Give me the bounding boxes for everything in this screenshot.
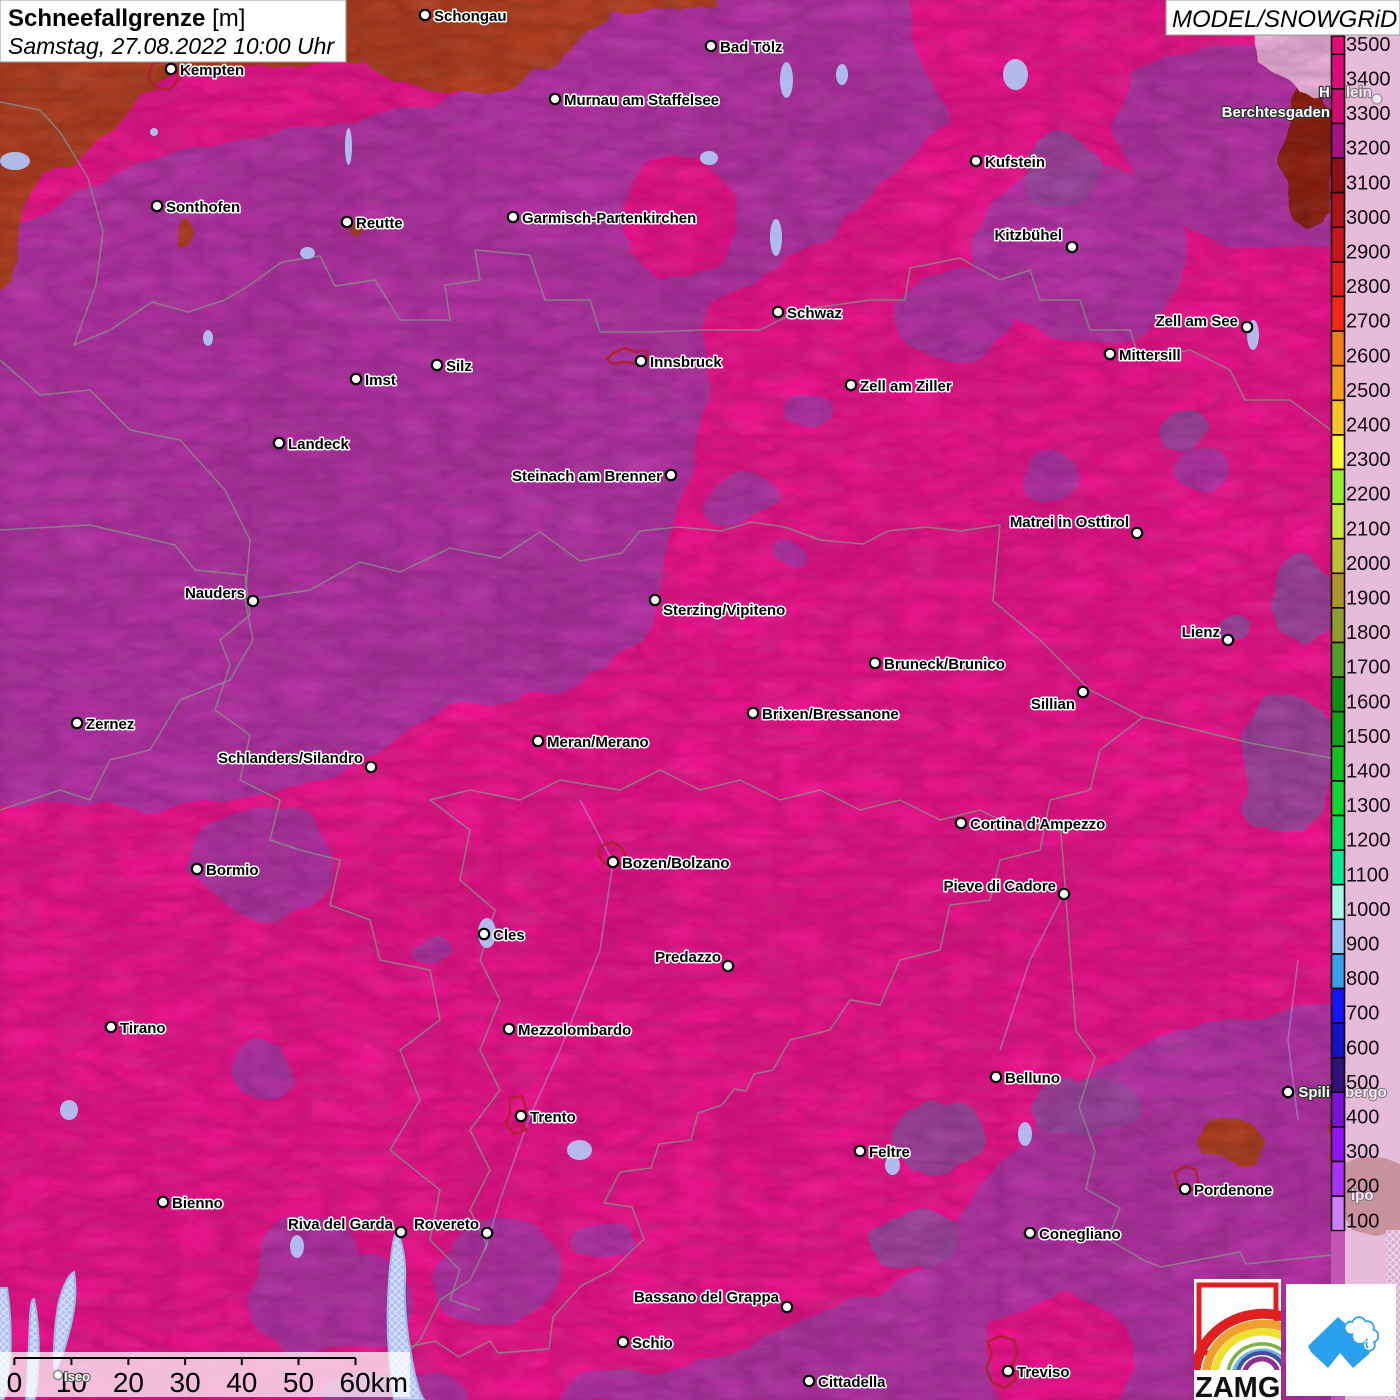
svg-text:1400: 1400 bbox=[1346, 761, 1391, 783]
svg-text:Silz: Silz bbox=[446, 358, 472, 375]
svg-text:Kufstein: Kufstein bbox=[985, 154, 1045, 171]
svg-text:Landeck: Landeck bbox=[288, 436, 350, 453]
svg-text:Spili: Spili bbox=[1298, 1084, 1330, 1101]
svg-text:2500: 2500 bbox=[1346, 380, 1391, 402]
svg-text:Mezzolombardo: Mezzolombardo bbox=[518, 1022, 631, 1039]
svg-text:Feltre: Feltre bbox=[869, 1144, 910, 1161]
svg-text:Murnau am Staffelsee: Murnau am Staffelsee bbox=[564, 92, 719, 109]
svg-text:Kempten: Kempten bbox=[180, 62, 244, 79]
svg-text:1500: 1500 bbox=[1346, 726, 1391, 748]
svg-text:3400: 3400 bbox=[1346, 69, 1391, 91]
svg-text:Rovereto: Rovereto bbox=[414, 1216, 479, 1233]
svg-text:60km: 60km bbox=[340, 1367, 408, 1398]
svg-text:Iseo: Iseo bbox=[64, 1369, 90, 1384]
svg-text:Mittersill: Mittersill bbox=[1119, 347, 1181, 364]
svg-text:Kitzbühel: Kitzbühel bbox=[995, 227, 1063, 244]
svg-text:Schlanders/Silandro: Schlanders/Silandro bbox=[218, 750, 363, 767]
svg-text:Belluno: Belluno bbox=[1005, 1070, 1060, 1087]
svg-text:Imst: Imst bbox=[365, 372, 396, 389]
svg-text:3000: 3000 bbox=[1346, 207, 1391, 229]
svg-text:Schwaz: Schwaz bbox=[787, 305, 842, 322]
svg-text:Sonthofen: Sonthofen bbox=[166, 199, 240, 216]
svg-text:3300: 3300 bbox=[1346, 103, 1391, 125]
svg-text:Bormio: Bormio bbox=[206, 862, 259, 879]
svg-text:Zell am See: Zell am See bbox=[1155, 313, 1238, 330]
svg-text:Matrei in Osttirol: Matrei in Osttirol bbox=[1010, 514, 1129, 531]
svg-text:0: 0 bbox=[7, 1367, 23, 1398]
svg-text:800: 800 bbox=[1346, 968, 1379, 990]
svg-text:Schongau: Schongau bbox=[434, 8, 507, 25]
svg-text:3500: 3500 bbox=[1346, 34, 1391, 56]
svg-text:1800: 1800 bbox=[1346, 622, 1391, 644]
svg-text:Meran/Merano: Meran/Merano bbox=[547, 734, 649, 751]
svg-text:Treviso: Treviso bbox=[1017, 1364, 1070, 1381]
svg-text:Riva del Garda: Riva del Garda bbox=[288, 1216, 394, 1233]
svg-text:2100: 2100 bbox=[1346, 518, 1391, 540]
svg-text:1300: 1300 bbox=[1346, 795, 1391, 817]
svg-text:Pordenone: Pordenone bbox=[1194, 1182, 1272, 1199]
svg-text:100: 100 bbox=[1346, 1210, 1379, 1232]
svg-text:1900: 1900 bbox=[1346, 588, 1391, 610]
svg-text:200: 200 bbox=[1346, 1176, 1379, 1198]
svg-text:Innsbruck: Innsbruck bbox=[650, 354, 722, 371]
svg-text:1000: 1000 bbox=[1346, 899, 1391, 921]
svg-text:Reutte: Reutte bbox=[356, 215, 403, 232]
svg-text:2900: 2900 bbox=[1346, 242, 1391, 264]
svg-text:900: 900 bbox=[1346, 934, 1379, 956]
svg-text:500: 500 bbox=[1346, 1072, 1379, 1094]
svg-text:1600: 1600 bbox=[1346, 691, 1391, 713]
svg-text:2000: 2000 bbox=[1346, 553, 1391, 575]
svg-text:Tirano: Tirano bbox=[120, 1020, 166, 1037]
svg-text:30: 30 bbox=[170, 1367, 201, 1398]
svg-text:Bruneck/Brunico: Bruneck/Brunico bbox=[884, 656, 1005, 673]
svg-text:1200: 1200 bbox=[1346, 830, 1391, 852]
svg-text:Bozen/Bolzano: Bozen/Bolzano bbox=[622, 855, 730, 872]
svg-text:Steinach am Brenner: Steinach am Brenner bbox=[512, 468, 662, 485]
svg-text:Trento: Trento bbox=[530, 1109, 576, 1126]
svg-text:400: 400 bbox=[1346, 1107, 1379, 1129]
svg-text:1700: 1700 bbox=[1346, 657, 1391, 679]
svg-text:Cittadella: Cittadella bbox=[818, 1374, 886, 1391]
svg-text:2800: 2800 bbox=[1346, 276, 1391, 298]
svg-text:20: 20 bbox=[113, 1367, 144, 1398]
svg-text:1100: 1100 bbox=[1346, 864, 1389, 886]
svg-text:Berchtesgaden: Berchtesgaden bbox=[1222, 104, 1330, 121]
svg-text:Zernez: Zernez bbox=[86, 716, 134, 733]
svg-text:Schio: Schio bbox=[632, 1335, 673, 1352]
svg-text:600: 600 bbox=[1346, 1037, 1379, 1059]
svg-text:700: 700 bbox=[1346, 1003, 1379, 1025]
svg-text:50: 50 bbox=[283, 1367, 314, 1398]
svg-text:2300: 2300 bbox=[1346, 449, 1391, 471]
svg-text:Bad Tölz: Bad Tölz bbox=[720, 39, 783, 56]
svg-text:ZAMG: ZAMG bbox=[1195, 1372, 1280, 1400]
svg-text:Garmisch-Partenkirchen: Garmisch-Partenkirchen bbox=[522, 210, 696, 227]
svg-text:2600: 2600 bbox=[1346, 345, 1391, 367]
svg-text:H: H bbox=[1319, 84, 1330, 101]
svg-text:2200: 2200 bbox=[1346, 484, 1391, 506]
svg-text:300: 300 bbox=[1346, 1141, 1379, 1163]
svg-text:Zell am Ziller: Zell am Ziller bbox=[860, 378, 952, 395]
svg-text:Samstag, 27.08.2022 10:00 Uhr: Samstag, 27.08.2022 10:00 Uhr bbox=[8, 33, 335, 59]
svg-text:Brixen/Bressanone: Brixen/Bressanone bbox=[762, 706, 899, 723]
svg-text:Cles: Cles bbox=[493, 927, 525, 944]
svg-text:2700: 2700 bbox=[1346, 311, 1391, 333]
svg-text:Pieve di Cadore: Pieve di Cadore bbox=[943, 878, 1056, 895]
svg-text:Cortina d'Ampezzo: Cortina d'Ampezzo bbox=[970, 816, 1105, 833]
svg-text:Sillian: Sillian bbox=[1031, 696, 1075, 713]
svg-text:3100: 3100 bbox=[1346, 172, 1391, 194]
svg-text:Nauders: Nauders bbox=[185, 585, 245, 602]
svg-text:2400: 2400 bbox=[1346, 415, 1391, 437]
svg-text:Schneefallgrenze [m]: Schneefallgrenze [m] bbox=[8, 5, 245, 32]
svg-text:Lienz: Lienz bbox=[1182, 624, 1220, 641]
svg-text:Predazzo: Predazzo bbox=[655, 949, 721, 966]
svg-text:Conegliano: Conegliano bbox=[1039, 1226, 1121, 1243]
svg-text:40: 40 bbox=[226, 1367, 257, 1398]
svg-text:Sterzing/Vipiteno: Sterzing/Vipiteno bbox=[663, 602, 785, 619]
svg-text:Bassano del Grappa: Bassano del Grappa bbox=[634, 1289, 780, 1306]
svg-text:3200: 3200 bbox=[1346, 138, 1391, 160]
svg-text:Bienno: Bienno bbox=[172, 1195, 223, 1212]
svg-text:MODEL/SNOWGRiD: MODEL/SNOWGRiD bbox=[1172, 6, 1397, 33]
